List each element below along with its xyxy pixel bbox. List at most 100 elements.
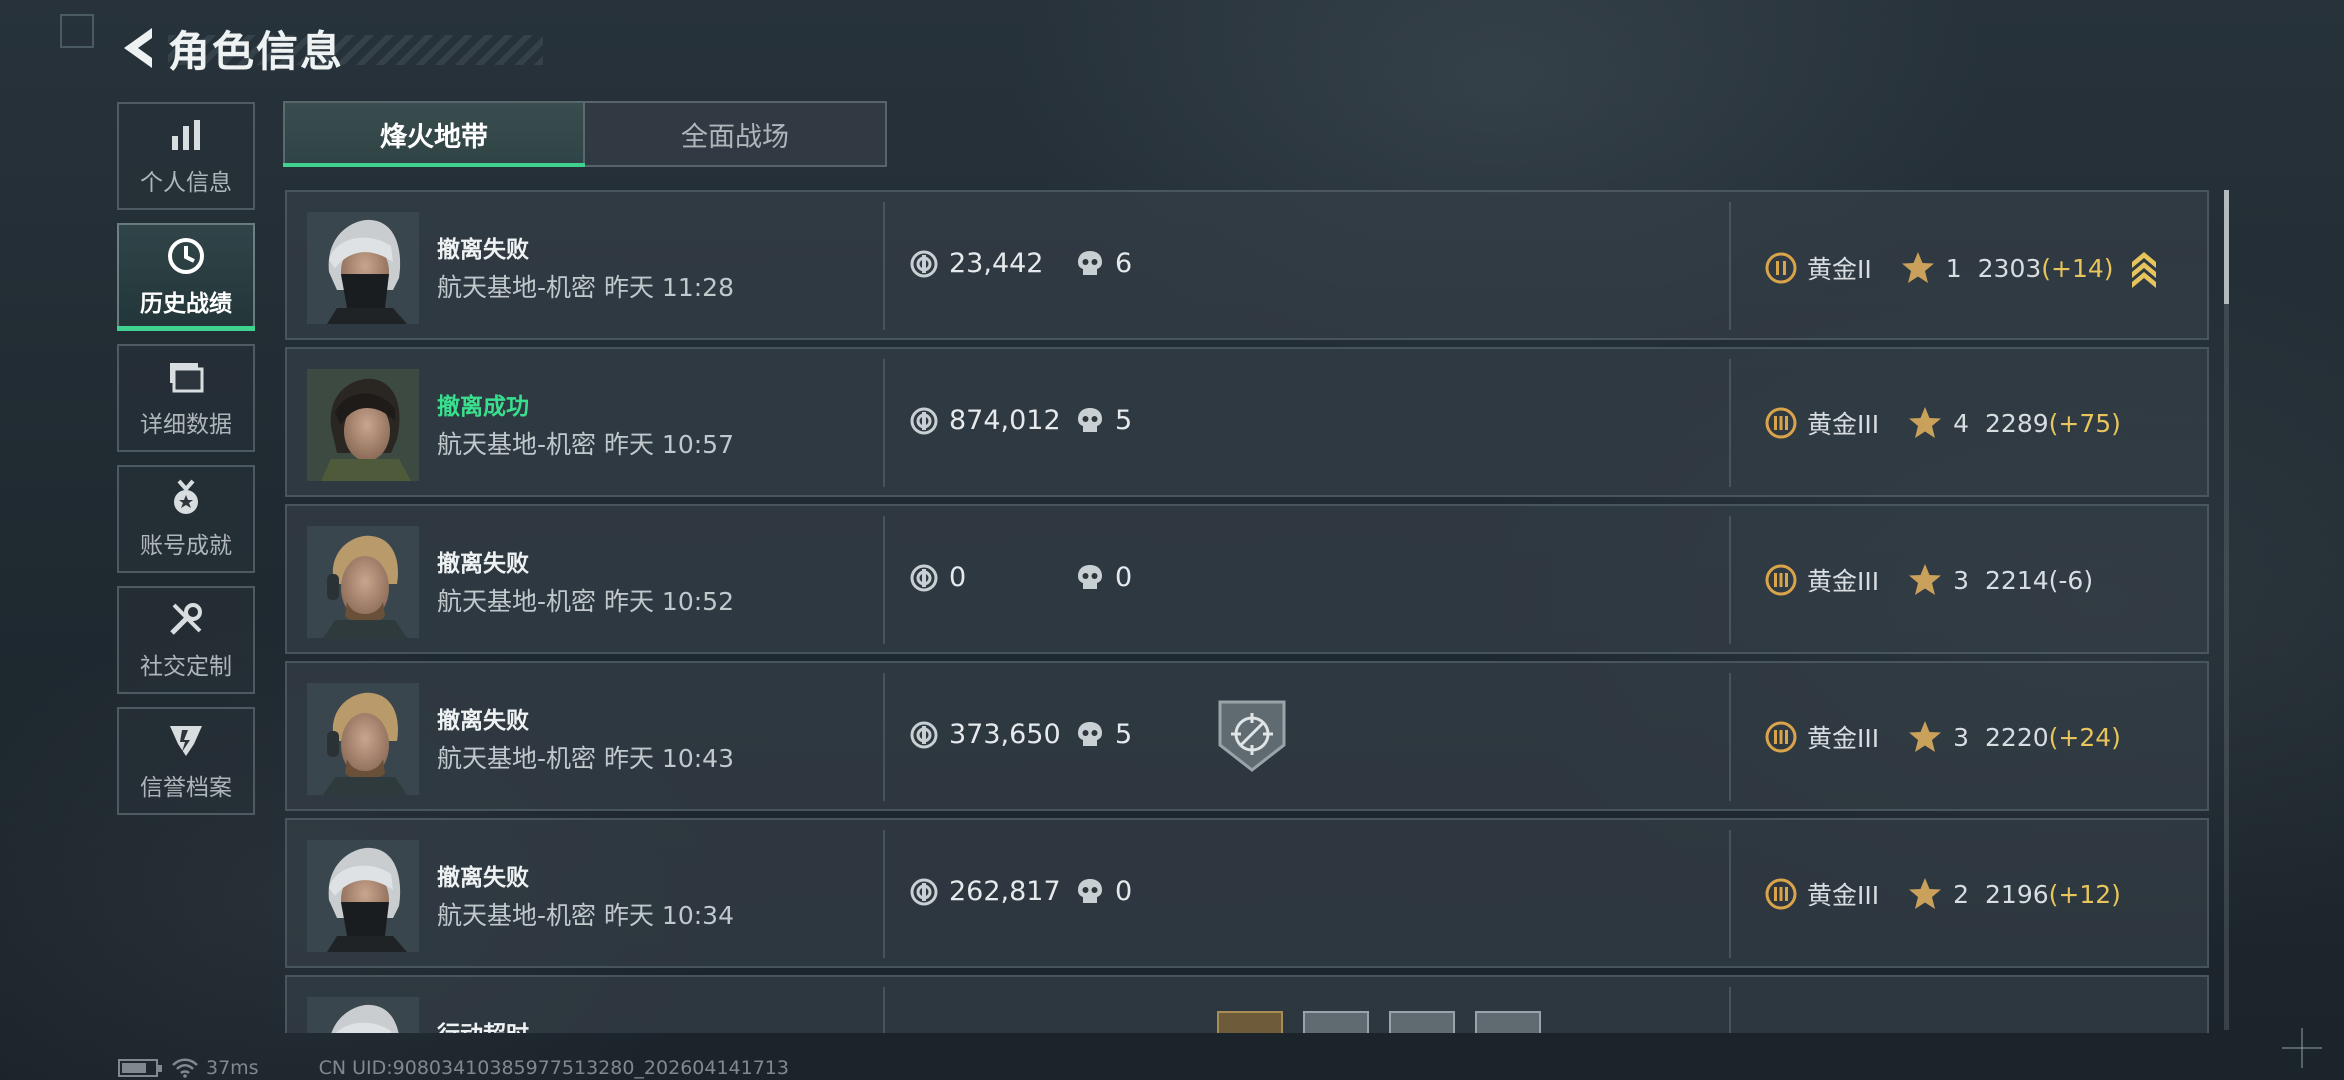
match-result: 撤离成功	[437, 394, 529, 420]
divider	[1729, 987, 1731, 1033]
match-row[interactable]: 撤离失败 航天基地-机密 昨天 11:28 23,442 6 黄金II 1 23…	[285, 190, 2209, 340]
rank-name: 黄金III	[1807, 410, 1880, 439]
currency-coin-icon	[909, 406, 939, 436]
value-text: 874,012	[949, 405, 1061, 436]
rank-info: 黄金III 4 2289 (+75)	[1765, 405, 2121, 441]
divider	[883, 987, 885, 1033]
kills-text: 5	[1115, 405, 1133, 436]
match-map-time: 航天基地-机密 昨天 10:52	[437, 582, 734, 618]
achievement-badge[interactable]	[1475, 1011, 1541, 1033]
tab-hazard-zone[interactable]: 烽火地带	[283, 101, 585, 167]
match-map-time: 航天基地-机密 昨天 10:57	[437, 425, 734, 461]
achievement-badge[interactable]	[1217, 1011, 1283, 1033]
rank-info: 黄金III 2 2196 (+12)	[1765, 876, 2121, 912]
rank-name: 黄金III	[1807, 567, 1880, 596]
match-map-time: 航天基地-机密 昨天 10:43	[437, 739, 734, 775]
kills-text: 5	[1115, 719, 1133, 750]
kill-count: 6	[1075, 248, 1132, 279]
status-bar: 37ms CN UID:9080341038597751328​0_202604…	[118, 1056, 789, 1080]
kills-text: 6	[1115, 248, 1133, 279]
clock-history-icon	[166, 236, 206, 276]
star-icon	[1909, 564, 1942, 595]
corner-marker	[60, 14, 94, 48]
scrollbar-thumb[interactable]	[2224, 190, 2229, 304]
star-icon	[1901, 252, 1934, 283]
back-arrow-icon	[124, 28, 152, 68]
operator-avatar	[307, 840, 419, 952]
star-count: 4	[1953, 408, 1970, 438]
medal-achievement-icon	[166, 478, 206, 518]
map-name: 航天基地-机密	[437, 744, 597, 773]
crosshair-badge-icon[interactable]	[1217, 699, 1287, 773]
rank-score: 2220	[1985, 722, 2049, 752]
rank-score: 2196	[1985, 879, 2049, 909]
rank-tier-icon	[1765, 407, 1797, 439]
match-row[interactable]: 撤离失败 航天基地-机密 昨天 10:52 0 0 黄金III 3 2214 (…	[285, 504, 2209, 654]
rank-info: 黄金III 3 2220 (+24)	[1765, 719, 2121, 755]
score-delta: (+14)	[2041, 253, 2114, 283]
sidebar-item-personal-info[interactable]: 个人信息	[117, 102, 255, 210]
map-name: 航天基地-机密	[437, 430, 597, 459]
badge-strip	[1217, 1011, 1541, 1033]
star-icon	[1909, 721, 1942, 752]
crosshair-marker	[2282, 1028, 2322, 1068]
divider	[1729, 516, 1731, 644]
sidebar-item-achievements[interactable]: 账号成就	[117, 465, 255, 573]
match-row[interactable]: 撤离失败 航天基地-机密 昨天 10:43 373,650 5 黄金III 3 …	[285, 661, 2209, 811]
currency-coin-icon	[909, 249, 939, 279]
value-text: 373,650	[949, 719, 1061, 750]
rank-score: 2289	[1985, 408, 2049, 438]
match-row[interactable]: 撤离失败 航天基地-机密 昨天 10:34 262,817 0 黄金III 2 …	[285, 818, 2209, 968]
score-delta: (+12)	[2048, 879, 2121, 909]
match-result: 撤离失败	[437, 708, 529, 734]
sidebar-item-social-custom[interactable]: 社交定制	[117, 586, 255, 694]
match-time: 昨天 10:34	[603, 901, 734, 930]
skull-icon	[1075, 563, 1105, 593]
operator-avatar	[307, 369, 419, 481]
match-row[interactable]: 行动超时	[285, 975, 2209, 1033]
shield-reputation-icon	[166, 720, 206, 760]
sidebar-item-match-history[interactable]: 历史战绩	[117, 223, 255, 331]
match-result: 行动超时	[437, 1015, 529, 1033]
sidebar-item-detailed-data[interactable]: 详细数据	[117, 344, 255, 452]
value-text: 262,817	[949, 876, 1061, 907]
star-count: 2	[1953, 879, 1970, 909]
rank-score: 2303	[1977, 253, 2042, 283]
extracted-value: 0	[909, 562, 966, 593]
sidebar-item-reputation[interactable]: 信誉档案	[117, 707, 255, 815]
achievement-badge[interactable]	[1389, 1011, 1455, 1033]
divider	[883, 359, 885, 487]
operator-avatar	[307, 997, 419, 1033]
sidebar: 个人信息 历史战绩 详细数据 账号成就 社交定制 信誉档案	[117, 102, 255, 828]
match-row[interactable]: 撤离成功 航天基地-机密 昨天 10:57 874,012 5 黄金III 4 …	[285, 347, 2209, 497]
rank-up-chevron-icon	[2131, 252, 2156, 288]
sidebar-item-label: 社交定制	[140, 654, 232, 680]
map-name: 航天基地-机密	[437, 273, 597, 302]
map-name: 航天基地-机密	[437, 901, 597, 930]
value-text: 23,442	[949, 248, 1044, 279]
match-result: 撤离失败	[437, 551, 529, 577]
wifi-icon	[172, 1058, 198, 1078]
match-map-time: 航天基地-机密 昨天 11:28	[437, 268, 734, 304]
battery-icon	[118, 1059, 162, 1077]
achievement-badge[interactable]	[1303, 1011, 1369, 1033]
bar-chart-icon	[166, 115, 206, 155]
back-button[interactable]	[116, 20, 160, 76]
rank-name: 黄金III	[1807, 881, 1880, 910]
sidebar-item-label: 详细数据	[140, 412, 232, 438]
rank-tier-icon	[1765, 252, 1797, 284]
list-scrollbar[interactable]	[2224, 190, 2229, 1030]
star-count: 1	[1945, 253, 1962, 283]
match-result: 撤离失败	[437, 865, 529, 891]
kill-count: 0	[1075, 562, 1132, 593]
rank-tier-icon	[1765, 564, 1797, 596]
kill-count: 5	[1075, 719, 1132, 750]
currency-coin-icon	[909, 877, 939, 907]
star-icon	[1909, 407, 1942, 438]
tab-full-battlefield[interactable]: 全面战场	[585, 101, 887, 167]
kill-count: 0	[1075, 876, 1132, 907]
kills-text: 0	[1115, 876, 1133, 907]
skull-icon	[1075, 406, 1105, 436]
operator-avatar	[307, 526, 419, 638]
kill-count: 5	[1075, 405, 1132, 436]
